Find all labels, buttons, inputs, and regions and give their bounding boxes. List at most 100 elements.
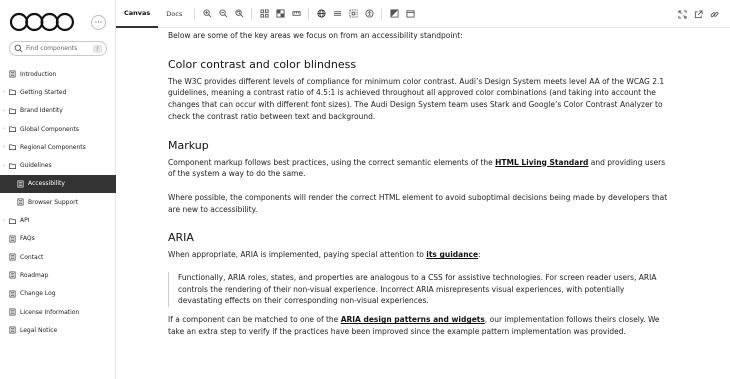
toolbar-right-group (674, 8, 722, 20)
toolbar-divider (381, 7, 383, 20)
zoom-reset-icon[interactable] (233, 8, 245, 20)
tab-docs[interactable]: Docs (158, 0, 190, 28)
fullscreen-icon[interactable] (676, 8, 688, 20)
sidebar-item-introduction[interactable]: Introduction (0, 65, 116, 83)
sidebar-item-label: License Information (20, 308, 80, 316)
html-living-standard-link[interactable]: HTML Living Standard (495, 158, 588, 167)
aria-text-pre: When appropriate, ARIA is implemented, p… (168, 250, 427, 260)
sidebar-item-global-components[interactable]: › Global Components (0, 120, 116, 138)
sidebar-item-label: Guidelines (20, 162, 52, 170)
folder-icon (9, 108, 16, 114)
measure-icon[interactable] (290, 8, 302, 20)
sidebar-item-label: Browser Support (28, 198, 78, 206)
aria2-text-pre: If a component can be matched to one of … (168, 315, 341, 325)
zoom-out-icon[interactable] (217, 8, 229, 20)
sidebar-item-label: Global Components (20, 125, 80, 133)
folder-icon (9, 89, 16, 96)
sidebar-item-label: Regional Components (20, 143, 86, 151)
sidebar-item-label: Accessibility (28, 180, 65, 188)
chevron-right-icon: › (3, 217, 5, 224)
heading-color-contrast: Color contrast and color blindness (168, 57, 357, 71)
intro-paragraph: Below are some of the key areas we focus… (168, 31, 463, 40)
sidebar-item-legal-notice[interactable]: Legal Notice (0, 321, 116, 339)
globe-icon[interactable] (315, 8, 327, 20)
zoom-in-icon[interactable] (201, 8, 213, 20)
ellipsis-icon: ··· (94, 17, 103, 27)
theme-icon[interactable] (388, 8, 400, 20)
sidebar-item-label: Brand Identity (20, 107, 63, 115)
sidebar-item-label: Introduction (20, 70, 57, 78)
sidebar-item-label: Legal Notice (20, 326, 58, 334)
aria-design-patterns-link[interactable]: ARIA design patterns and widgets (341, 315, 485, 324)
markup-text-pre: Component markup follows best practices,… (168, 157, 496, 167)
color-contrast-paragraph: The W3C provides different levels of com… (168, 76, 665, 121)
link-icon[interactable] (708, 8, 720, 20)
sidebar-item-roadmap[interactable]: Roadmap (0, 266, 116, 284)
markup-paragraph-2: Where possible, the components will rend… (168, 192, 668, 214)
sidebar-item-browser-support[interactable]: Browser Support (0, 193, 116, 211)
document-icon (9, 70, 16, 78)
outline-icon[interactable] (347, 8, 359, 20)
sidebar-item-change-log[interactable]: Change Log (0, 285, 116, 303)
frame-icon[interactable] (404, 8, 416, 20)
share-icon[interactable] (692, 8, 704, 20)
chevron-right-icon: › (3, 126, 5, 133)
sidebar-item-label: Getting Started (20, 88, 67, 96)
document-icon (9, 271, 16, 279)
aria-text-post: : (478, 250, 481, 260)
search-input[interactable]: Find components / (9, 41, 107, 56)
toolbar-divider (194, 7, 196, 20)
sidebar-item-label: Roadmap (20, 271, 49, 279)
folder-icon (9, 163, 16, 169)
chevron-right-icon: › (3, 162, 5, 169)
heading-aria: ARIA (168, 231, 194, 245)
sidebar-item-contact[interactable]: Contact (0, 248, 116, 266)
sidebar-item-getting-started[interactable]: › Getting Started (0, 83, 116, 101)
docs-content: Below are some of the key areas we focus… (168, 30, 668, 338)
background-icon[interactable] (274, 8, 286, 20)
folder-icon (9, 144, 16, 151)
chevron-right-icon: › (3, 89, 5, 96)
markup-paragraph: Component markup follows best practices,… (168, 157, 668, 180)
document-icon (9, 235, 16, 243)
sidebar-item-faqs[interactable]: FAQs (0, 230, 116, 248)
document-icon (17, 198, 24, 206)
sidebar-item-api[interactable]: › API (0, 211, 116, 229)
search-shortcut-badge: / (93, 44, 102, 53)
chevron-right-icon: › (3, 107, 5, 114)
tab-canvas[interactable]: Canvas (116, 0, 159, 28)
sidebar-item-guidelines[interactable]: › Guidelines (0, 156, 116, 174)
folder-icon (9, 126, 16, 133)
sidebar: ··· Find components / Introduction › Getti… (0, 0, 116, 379)
sidebar-item-brand-identity[interactable]: › Brand Identity (0, 102, 116, 120)
aria-paragraph-2: If a component can be matched to one of … (168, 314, 668, 337)
search-placeholder: Find components (26, 45, 78, 52)
sidebar-item-label: API (20, 217, 30, 225)
document-icon (9, 308, 16, 316)
aria-paragraph: When appropriate, ARIA is implemented, p… (168, 249, 668, 261)
search-icon (14, 44, 23, 53)
folder-icon (9, 217, 16, 224)
grid-icon[interactable] (258, 8, 270, 20)
aria-blockquote: Functionally, ARIA roles, states, and pr… (168, 272, 668, 308)
audi-logo[interactable] (9, 11, 75, 33)
document-icon (9, 253, 16, 261)
document-icon (9, 326, 16, 334)
toolbar-divider (308, 7, 310, 20)
accessibility-icon[interactable] (363, 8, 375, 20)
sidebar-item-label: Change Log (20, 290, 56, 298)
toolbar-divider (251, 7, 253, 20)
sidebar-item-label: Contact (20, 253, 44, 261)
its-guidance-link[interactable]: its guidance (426, 250, 478, 259)
chevron-right-icon: › (3, 144, 5, 151)
heading-markup: Markup (168, 138, 209, 152)
sidebar-item-accessibility[interactable]: Accessibility (0, 174, 116, 194)
sidebar-nav: Introduction › Getting Started › Brand Ident… (0, 65, 116, 339)
viewport-icon[interactable] (331, 8, 343, 20)
sidebar-item-label: FAQs (20, 235, 35, 243)
more-options-button[interactable]: ··· (91, 15, 106, 30)
sidebar-item-regional-components[interactable]: › Regional Components (0, 138, 116, 156)
document-icon (17, 180, 24, 188)
document-icon (9, 290, 16, 298)
sidebar-item-license-information[interactable]: License Information (0, 303, 116, 321)
